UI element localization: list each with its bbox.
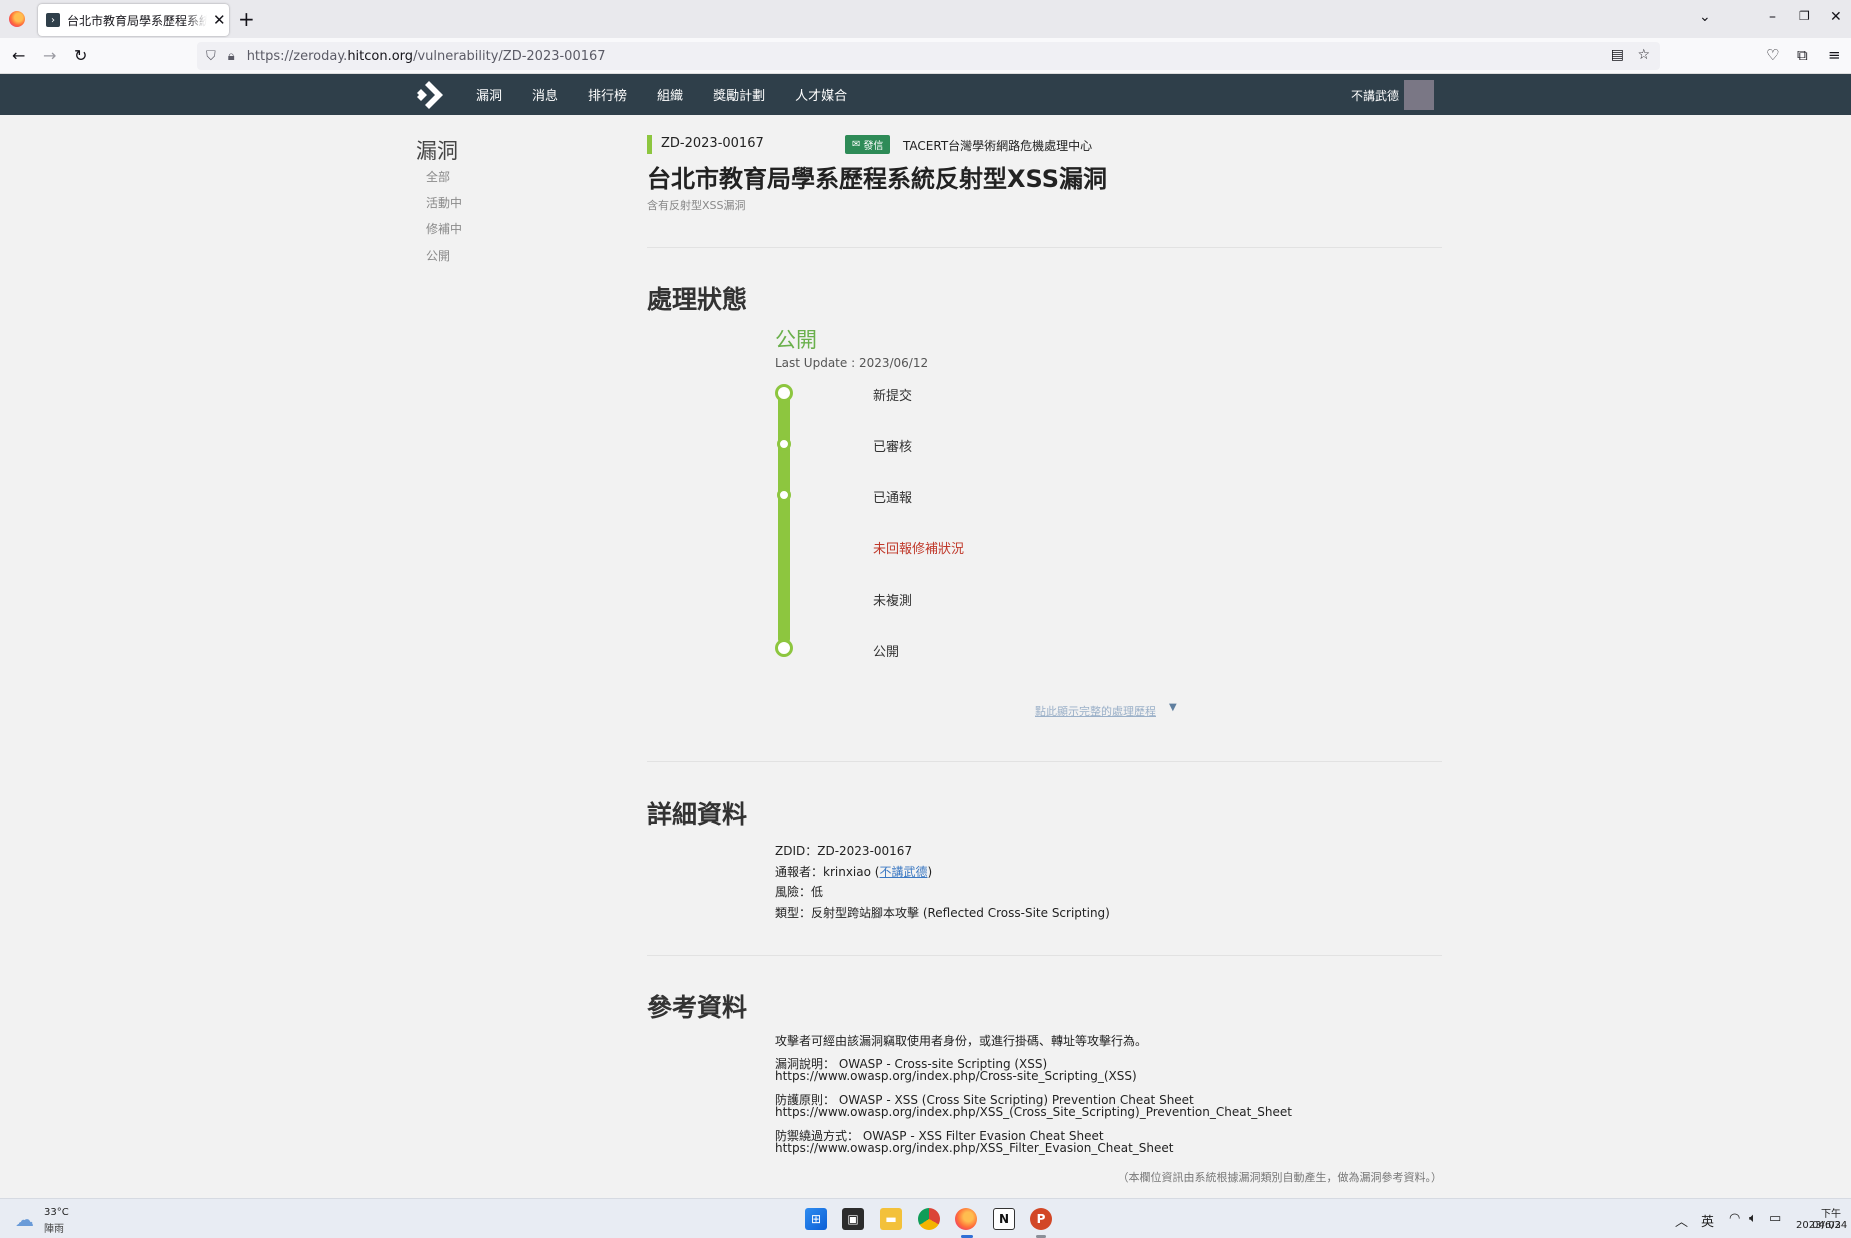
- battery-icon[interactable]: ▭: [1769, 1211, 1781, 1226]
- vuln-id: ZD-2023-00167: [661, 136, 764, 151]
- sidebar-title: 漏洞: [416, 139, 458, 163]
- reference-url[interactable]: https://www.owasp.org/index.php/Cross-si…: [775, 1070, 1137, 1082]
- url-bar[interactable]: ⛉ 🔒︎ https://zeroday.hitcon.org/vulnerab…: [197, 42, 1660, 70]
- site-favicon-icon: ›: [46, 13, 60, 27]
- status-badge: ✉ 發信: [845, 135, 891, 154]
- close-tab-icon[interactable]: ✕: [213, 11, 226, 29]
- timeline-step-submitted: 新提交: [873, 389, 913, 404]
- reference-intro: 攻擊者可經由該漏洞竊取使用者身份，或進行掛碼、轉址等攻擊行為。: [775, 1034, 1148, 1048]
- page-title: 台北市教育局學系歷程系統反射型XSS漏洞: [647, 165, 1107, 193]
- timeline-step-reviewed: 已審核: [873, 440, 913, 455]
- detail-risk: 風險：低: [775, 885, 824, 899]
- firefox-icon[interactable]: [9, 11, 25, 27]
- firefox-taskbar-icon[interactable]: [955, 1208, 977, 1230]
- references-heading: 參考資料: [647, 993, 748, 1022]
- wifi-icon[interactable]: ◠: [1729, 1211, 1740, 1226]
- sidebar-item-all[interactable]: 全部: [426, 168, 450, 185]
- timeline-step-no-fix-report: 未回報修補狀況: [873, 542, 965, 557]
- weather-temperature[interactable]: 33°C: [44, 1207, 69, 1218]
- bookmark-star-icon[interactable]: ☆: [1637, 47, 1650, 63]
- nav-rewards[interactable]: 獎勵計劃: [713, 85, 765, 104]
- lock-icon[interactable]: 🔒︎: [228, 49, 235, 64]
- url-text[interactable]: https://zeroday.hitcon.org/vulnerability…: [247, 49, 606, 64]
- nav-organizations[interactable]: 組織: [657, 85, 683, 104]
- timeline-dot: [777, 437, 791, 451]
- sidebar-item-patching[interactable]: 修補中: [426, 220, 462, 237]
- restore-icon[interactable]: ❐: [1799, 9, 1810, 23]
- notion-icon[interactable]: N: [993, 1208, 1015, 1230]
- reference-url[interactable]: https://www.owasp.org/index.php/XSS_Filt…: [775, 1142, 1173, 1154]
- browser-tab[interactable]: › 台北市教育局學系歷程系統反射 ✕: [38, 4, 229, 36]
- new-tab-icon[interactable]: +: [238, 7, 255, 31]
- timeline-dot: [775, 639, 793, 657]
- user-name[interactable]: 不講武德: [1351, 87, 1399, 104]
- reporter-label: 通報者：krinxiao (: [775, 865, 880, 879]
- chrome-icon[interactable]: [918, 1208, 940, 1230]
- file-explorer-icon[interactable]: ▬: [880, 1208, 902, 1230]
- timeline-bar: [778, 387, 790, 645]
- forward-icon[interactable]: →: [43, 46, 56, 65]
- timeline-step-not-retested: 未複測: [873, 594, 913, 609]
- detail-reporter: 通報者：krinxiao (不講武德): [775, 863, 932, 880]
- windows-start-icon[interactable]: ⊞: [805, 1208, 827, 1230]
- reload-icon[interactable]: ↻: [74, 46, 87, 65]
- weather-condition[interactable]: 陣雨: [44, 1220, 64, 1235]
- details-heading: 詳細資料: [647, 800, 748, 829]
- badge-label: 發信: [863, 141, 884, 152]
- detail-type: 類型：反射型跨站腳本攻擊 (Reflected Cross-Site Scrip…: [775, 906, 1110, 920]
- browser-nav-bar: ← → ↻ ⛉ 🔒︎ https://zeroday.hitcon.org/vu…: [0, 38, 1851, 74]
- nav-vulnerabilities[interactable]: 漏洞: [476, 85, 502, 104]
- status-heading: 處理狀態: [647, 285, 748, 314]
- shield-icon[interactable]: ⛉: [206, 49, 216, 64]
- browser-tab-bar: › 台北市教育局學系歷程系統反射 ✕ + ⌄ – ❐ ✕: [0, 0, 1851, 38]
- volume-icon[interactable]: 🔈︎: [1749, 1211, 1757, 1226]
- reporter-suffix: ): [927, 865, 933, 879]
- current-status: 公開: [775, 328, 817, 352]
- avatar[interactable]: [1404, 80, 1434, 110]
- back-icon[interactable]: ←: [12, 46, 25, 65]
- powerpoint-icon[interactable]: P: [1030, 1208, 1052, 1230]
- divider: [647, 955, 1442, 956]
- page-subtitle: 含有反射型XSS漏洞: [647, 199, 746, 212]
- timeline-dot: [775, 384, 793, 402]
- divider: [647, 247, 1442, 248]
- sidebar-item-active[interactable]: 活動中: [426, 194, 462, 211]
- envelope-icon: ✉: [852, 139, 861, 150]
- ime-indicator[interactable]: 英: [1701, 1211, 1714, 1230]
- tab-list-icon[interactable]: ⌄: [1699, 9, 1711, 25]
- detail-zdid: ZDID：ZD-2023-00167: [775, 844, 913, 858]
- divider: [647, 761, 1442, 762]
- nav-leaderboard[interactable]: 排行榜: [588, 85, 627, 104]
- reporter-link[interactable]: 不講武德: [879, 865, 927, 879]
- pocket-icon[interactable]: ♡: [1766, 46, 1779, 64]
- id-accent-bar: [647, 135, 652, 154]
- task-view-icon[interactable]: ▣: [842, 1208, 864, 1230]
- timeline-step-public: 公開: [873, 645, 900, 660]
- reference-url[interactable]: https://www.owasp.org/index.php/XSS_(Cro…: [775, 1106, 1292, 1118]
- timeline-dot: [777, 488, 791, 502]
- extensions-icon[interactable]: ⧉: [1797, 46, 1808, 64]
- timeline-step-notified: 已通報: [873, 491, 913, 506]
- tab-title: 台北市教育局學系歷程系統反射: [67, 13, 207, 28]
- caret-down-icon[interactable]: ▼: [1169, 702, 1177, 713]
- minimize-icon[interactable]: –: [1769, 9, 1776, 25]
- reader-view-icon[interactable]: ▤: [1611, 47, 1624, 63]
- reference-note: （本欄位資訊由系統根據漏洞類別自動產生，做為漏洞參考資料。）: [1117, 1171, 1443, 1184]
- organization-name[interactable]: TACERT台灣學術網路危機處理中心: [903, 137, 1092, 154]
- weather-cloud-icon[interactable]: ☁: [15, 1209, 34, 1231]
- site-main-nav: 漏洞 消息 排行榜 組織 獎勵計劃 人才媒合: [476, 74, 877, 115]
- window-close-icon[interactable]: ✕: [1830, 9, 1842, 25]
- show-history-link[interactable]: 點此顯示完整的處理歷程: [1035, 703, 1156, 719]
- nav-news[interactable]: 消息: [532, 85, 558, 104]
- sidebar-item-public[interactable]: 公開: [426, 247, 450, 264]
- taskbar: ☁ 33°C 陣雨 ⊞ ▣ ▬ N P ︿ 英 ◠ 🔈︎ ▭ 下午 04:03 …: [0, 1198, 1851, 1238]
- tray-chevron-up-icon[interactable]: ︿: [1675, 1211, 1688, 1230]
- nav-talent[interactable]: 人才媒合: [795, 85, 847, 104]
- last-update: Last Update : 2023/06/12: [775, 356, 929, 370]
- clock-date[interactable]: 2023/6/24: [1796, 1220, 1847, 1231]
- hitcon-logo-icon[interactable]: [414, 80, 444, 110]
- menu-icon[interactable]: ≡: [1828, 46, 1841, 64]
- site-header: 漏洞 消息 排行榜 組織 獎勵計劃 人才媒合 不講武德: [0, 74, 1851, 115]
